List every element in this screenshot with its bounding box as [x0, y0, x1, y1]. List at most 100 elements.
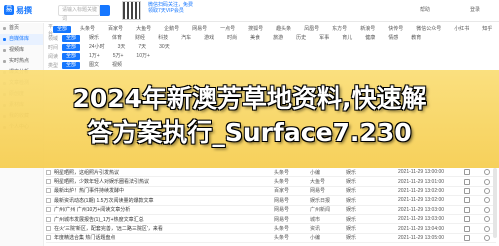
- sidebar-item[interactable]: 实时热点: [0, 56, 43, 67]
- favorite-icon[interactable]: [484, 169, 490, 176]
- copy-icon[interactable]: [464, 206, 470, 213]
- row-checkbox[interactable]: [46, 188, 51, 194]
- copy-icon[interactable]: [464, 197, 470, 204]
- row-checkbox[interactable]: [46, 169, 51, 175]
- promo-notice[interactable]: 微信扫码关注，免费领取7天VIP会员: [148, 2, 196, 14]
- copy-icon[interactable]: [464, 225, 470, 232]
- date-cell: 2021-11-29 13:05:00: [398, 234, 445, 241]
- filter-chip[interactable]: 10万+: [132, 53, 153, 60]
- filter-chip[interactable]: 大鱼号: [132, 26, 155, 33]
- table-row[interactable]: 最新资讯动态(1期) 1.5万次阅读量的爆款文章 网易号 娱乐日报 娱乐 2021-11…: [46, 196, 496, 206]
- favorite-icon[interactable]: [484, 234, 490, 241]
- filter-chip[interactable]: 5万+: [109, 53, 128, 60]
- favorite-icon[interactable]: [484, 178, 490, 185]
- filter-chip[interactable]: 财经: [131, 35, 149, 42]
- article-title[interactable]: 最新资讯动态(1期) 1.5万次阅读量的爆款文章: [54, 197, 204, 204]
- filter-chip[interactable]: 育儿: [338, 35, 356, 42]
- filter-chip[interactable]: 头条号: [76, 26, 99, 33]
- filter-chip[interactable]: 娱乐: [85, 35, 103, 42]
- filter-chip[interactable]: 科技: [154, 35, 172, 42]
- filter-chip[interactable]: 历史: [292, 35, 310, 42]
- filter-chip[interactable]: 图文: [85, 62, 103, 69]
- filter-label: 阅读: [48, 54, 59, 60]
- filter-chip[interactable]: 美食: [246, 35, 264, 42]
- article-title[interactable]: 在火'三院'新区，配套完善，'远二路三院区'，来看: [54, 225, 204, 232]
- filter-chip[interactable]: 体育: [108, 35, 126, 42]
- login-link[interactable]: 登录: [470, 6, 480, 13]
- filter-chip[interactable]: 3天: [114, 44, 130, 51]
- search-icon[interactable]: [100, 5, 110, 16]
- copy-icon[interactable]: [464, 234, 470, 241]
- favorite-icon[interactable]: [484, 216, 490, 223]
- row-checkbox[interactable]: [46, 216, 51, 222]
- row-checkbox[interactable]: [46, 179, 51, 185]
- copy-icon[interactable]: [464, 187, 470, 194]
- filter-chip[interactable]: 健康: [361, 35, 379, 42]
- filter-chip[interactable]: 7天: [134, 44, 150, 51]
- favorite-icon[interactable]: [484, 197, 490, 204]
- sidebar-item[interactable]: 自媒体库: [0, 34, 43, 45]
- copy-icon[interactable]: [464, 169, 470, 176]
- filter-chip[interactable]: 24小时: [85, 44, 109, 51]
- filter-chip[interactable]: 凤凰号: [300, 26, 323, 33]
- filter-chip[interactable]: 视频: [108, 62, 126, 69]
- brand-logo[interactable]: 易 易撰: [4, 3, 34, 17]
- article-title[interactable]: 广州/广州 广州10万+阅读文章分析: [54, 206, 204, 213]
- filter-chip[interactable]: 东方号: [328, 26, 351, 33]
- filter-chip[interactable]: 旅游: [269, 35, 287, 42]
- filter-chip[interactable]: 百家号: [104, 26, 127, 33]
- article-title[interactable]: 年度精选合集 热门话题盘点: [54, 234, 204, 241]
- filter-chip[interactable]: 1万+: [85, 53, 104, 60]
- filter-chip[interactable]: 游戏: [200, 35, 218, 42]
- table-row[interactable]: 年度精选合集 热门话题盘点 头条号 小编 娱乐 2021-11-29 13:05:00: [46, 234, 496, 244]
- platform-cell: 百家号: [274, 188, 290, 195]
- filter-chip[interactable]: 全部: [62, 62, 81, 69]
- article-title[interactable]: 广州城市发展报告(1)_1万+热度文章汇总: [54, 216, 204, 223]
- filter-chip[interactable]: 企鹅号: [160, 26, 183, 33]
- filter-chip[interactable]: 全部: [62, 44, 81, 51]
- filter-chip[interactable]: 趣头条: [272, 26, 295, 33]
- table-row[interactable]: 广州/广州 广州10万+阅读文章分析 网易号 广州新闻 娱乐 2021-11-29 13…: [46, 206, 496, 215]
- help-link[interactable]: 帮助: [420, 6, 430, 13]
- row-checkbox[interactable]: [46, 226, 51, 232]
- sidebar-item[interactable]: 首页: [0, 23, 43, 34]
- sidebar-item[interactable]: 视频库: [0, 45, 43, 56]
- table-row[interactable]: 最新出炉！热门事件持续发酵中 百家号 网易号 娱乐 2021-11-29 13:02:0…: [46, 187, 496, 197]
- filter-chip[interactable]: 时尚: [223, 35, 241, 42]
- row-checkbox[interactable]: [46, 235, 51, 241]
- filter-chip[interactable]: 小红书: [450, 26, 473, 33]
- filter-chip[interactable]: 教育: [407, 35, 425, 42]
- copy-icon[interactable]: [464, 216, 470, 223]
- table-row[interactable]: 明星晒照，这组照片引发热议 头条号 小编 娱乐 2021-11-29 13:00:00: [46, 168, 496, 178]
- field-cell: 娱乐: [346, 235, 357, 242]
- scrollbar[interactable]: [493, 168, 497, 238]
- filter-chip[interactable]: 知乎: [478, 26, 496, 33]
- table-row[interactable]: 明星晒照，少数年轻人对娱乐圈看法引热议 头条号 大鱼号 娱乐 2021-11-29 13…: [46, 177, 496, 187]
- article-title[interactable]: 明星晒照，少数年轻人对娱乐圈看法引热议: [54, 178, 204, 185]
- filter-panel: 平台 全部 头条号 百家号 大鱼号 企鹅号 网易号 一点号 搜狐号 趣头条 凤凰号 东方号 新浪号 快传号…: [48, 24, 496, 73]
- copy-icon[interactable]: [464, 178, 470, 185]
- filter-chip[interactable]: 全部: [62, 53, 81, 60]
- filter-chip[interactable]: 军事: [315, 35, 333, 42]
- filter-chip[interactable]: 快传号: [384, 26, 407, 33]
- table-row[interactable]: 在火'三院'新区，配套完善，'远二路三院区'，来看 头条号 资讯 娱乐 2021-11-…: [46, 224, 496, 234]
- row-checkbox[interactable]: [46, 197, 51, 203]
- filter-chip[interactable]: 微信公众号: [412, 26, 445, 33]
- search-input[interactable]: 请输入标题关键词: [58, 5, 100, 22]
- favorite-icon[interactable]: [484, 187, 490, 194]
- filter-chip[interactable]: 全部: [53, 26, 72, 33]
- article-title[interactable]: 明星晒照，这组照片引发热议: [54, 169, 204, 176]
- table-row[interactable]: 广州城市发展报告(1)_1万+热度文章汇总 网易号 城市 娱乐 2021-11-29 1…: [46, 215, 496, 225]
- filter-chip[interactable]: 网易号: [188, 26, 211, 33]
- filter-chip[interactable]: 搜狐号: [244, 26, 267, 33]
- filter-chip[interactable]: 30天: [155, 44, 174, 51]
- filter-chip[interactable]: 情感: [384, 35, 402, 42]
- filter-chip[interactable]: 全部: [62, 35, 81, 42]
- favorite-icon[interactable]: [484, 206, 490, 213]
- filter-chip[interactable]: 新浪号: [356, 26, 379, 33]
- favorite-icon[interactable]: [484, 225, 490, 232]
- row-checkbox[interactable]: [46, 207, 51, 213]
- article-title[interactable]: 最新出炉！热门事件持续发酵中: [54, 187, 204, 194]
- filter-chip[interactable]: 汽车: [177, 35, 195, 42]
- filter-chip[interactable]: 一点号: [216, 26, 239, 33]
